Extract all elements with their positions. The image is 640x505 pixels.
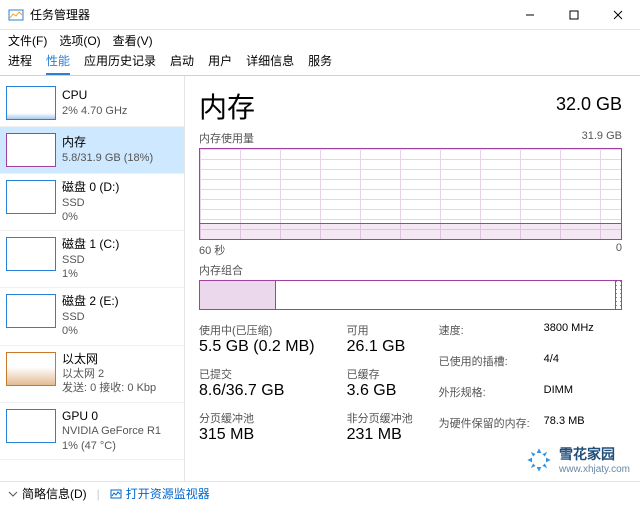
sidebar: CPU 2% 4.70 GHz 内存 5.8/31.9 GB (18%) 磁盘 … [0,76,185,481]
chevron-down-icon [8,489,18,499]
memory-thumb-icon [6,133,56,167]
form-factor-label: 外形规格: [439,384,530,413]
menu-file[interactable]: 文件(F) [8,32,47,49]
slots-value: 4/4 [544,353,594,382]
cached-value: 3.6 GB [347,382,413,400]
sidebar-item-subtext2: 0% [62,210,119,224]
nonpaged-pool-value: 231 MB [347,426,413,444]
paged-pool-value: 315 MB [199,426,315,444]
sidebar-item-cpu[interactable]: CPU 2% 4.70 GHz [0,80,184,127]
sidebar-item-subtext: 以太网 2 [62,367,156,381]
capacity-value: 32.0 GB [556,94,622,115]
sidebar-item-disk0[interactable]: 磁盘 0 (D:) SSD 0% [0,174,184,231]
nonpaged-pool-label: 非分页缓冲池 [347,410,413,426]
disk-thumb-icon [6,294,56,328]
watermark-url: www.xhjaty.com [559,464,630,475]
cpu-thumb-icon [6,86,56,120]
chart-axis-left: 60 秒 [199,242,225,258]
sidebar-item-subtext: 5.8/31.9 GB (18%) [62,151,153,165]
snowflake-icon [525,446,553,474]
sidebar-item-subtext: 2% 4.70 GHz [62,104,127,118]
form-factor-value: DIMM [544,384,594,413]
tab-processes[interactable]: 进程 [8,52,32,75]
watermark: 雪花家园 www.xhjaty.com [525,444,630,475]
chart-axis-right: 0 [616,242,622,258]
in-use-label: 使用中(已压缩) [199,322,315,338]
committed-label: 已提交 [199,366,315,382]
sidebar-item-subtext: NVIDIA GeForce R1 [62,424,161,438]
sidebar-item-subtext: SSD [62,196,119,210]
sidebar-item-subtext2: 发送: 0 接收: 0 Kbp [62,381,156,395]
hw-reserved-label: 为硬件保留的内存: [439,415,530,444]
sidebar-item-subtext: SSD [62,253,119,267]
minimize-button[interactable] [508,0,552,30]
maximize-button[interactable] [552,0,596,30]
statusbar: 简略信息(D) | 打开资源监视器 [0,481,640,505]
tab-services[interactable]: 服务 [308,52,332,75]
detail-heading: 内存 [199,86,255,126]
sidebar-item-subtext2: 1% (47 °C) [62,439,161,453]
menu-options[interactable]: 选项(O) [59,32,100,49]
sidebar-item-label: GPU 0 [62,409,161,425]
memory-composition-chart [199,280,622,310]
tab-users[interactable]: 用户 [208,52,232,75]
tab-details[interactable]: 详细信息 [246,52,294,75]
usage-chart-max: 31.9 GB [582,130,622,146]
sidebar-item-label: 磁盘 2 (E:) [62,294,119,310]
slots-label: 已使用的插槽: [439,353,530,382]
committed-value: 8.6/36.7 GB [199,382,315,400]
sidebar-item-gpu0[interactable]: GPU 0 NVIDIA GeForce R1 1% (47 °C) [0,403,184,460]
hw-reserved-value: 78.3 MB [544,415,594,444]
close-button[interactable] [596,0,640,30]
open-resource-monitor-label: 打开资源监视器 [126,485,210,502]
speed-value: 3800 MHz [544,322,594,351]
titlebar: 任务管理器 [0,0,640,30]
available-label: 可用 [347,322,413,338]
speed-label: 速度: [439,322,530,351]
sidebar-item-disk1[interactable]: 磁盘 1 (C:) SSD 1% [0,231,184,288]
resource-monitor-icon [110,488,122,500]
ethernet-thumb-icon [6,352,56,386]
sidebar-item-ethernet[interactable]: 以太网 以太网 2 发送: 0 接收: 0 Kbp [0,346,184,403]
sidebar-item-memory[interactable]: 内存 5.8/31.9 GB (18%) [0,127,184,174]
disk-thumb-icon [6,237,56,271]
tab-performance[interactable]: 性能 [46,52,70,75]
gpu-thumb-icon [6,409,56,443]
sidebar-item-label: 内存 [62,135,153,151]
cached-label: 已缓存 [347,366,413,382]
in-use-value: 5.5 GB (0.2 MB) [199,338,315,356]
sidebar-item-label: 磁盘 0 (D:) [62,180,119,196]
open-resource-monitor-link[interactable]: 打开资源监视器 [110,485,210,502]
available-value: 26.1 GB [347,338,413,356]
fewer-details-label: 简略信息(D) [22,485,87,502]
tab-app-history[interactable]: 应用历史记录 [84,52,156,75]
sidebar-item-subtext2: 0% [62,324,119,338]
sidebar-item-label: 以太网 [62,352,156,368]
sidebar-item-subtext2: 1% [62,267,119,281]
tabbar: 进程 性能 应用历史记录 启动 用户 详细信息 服务 [0,50,640,76]
sidebar-item-subtext: SSD [62,310,119,324]
paged-pool-label: 分页缓冲池 [199,410,315,426]
disk-thumb-icon [6,180,56,214]
sidebar-item-label: 磁盘 1 (C:) [62,237,119,253]
memory-usage-chart [199,148,622,240]
app-icon [8,7,24,23]
sidebar-item-label: CPU [62,88,127,104]
menubar: 文件(F) 选项(O) 查看(V) [0,30,640,50]
composition-label: 内存组合 [199,262,622,278]
detail-pane: 内存 32.0 GB 内存使用量 31.9 GB 60 秒 0 内存组合 使用中… [185,76,640,481]
menu-view[interactable]: 查看(V) [113,32,153,49]
fewer-details-button[interactable]: 简略信息(D) [8,485,87,502]
window-title: 任务管理器 [30,6,508,23]
sidebar-item-disk2[interactable]: 磁盘 2 (E:) SSD 0% [0,288,184,345]
usage-chart-label: 内存使用量 [199,130,254,146]
tab-startup[interactable]: 启动 [170,52,194,75]
watermark-name: 雪花家园 [559,444,630,464]
